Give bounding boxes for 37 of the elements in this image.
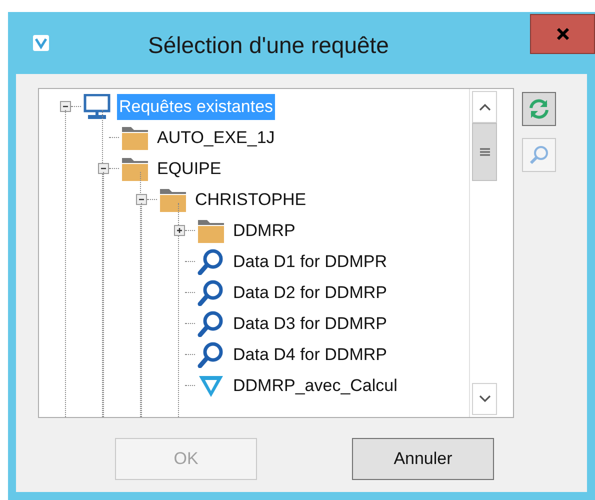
folder-icon xyxy=(159,188,187,212)
tree-item[interactable]: Data D3 for DDMRP xyxy=(231,310,389,336)
tree-item[interactable]: EQUIPE xyxy=(155,156,224,182)
scroll-thumb[interactable] xyxy=(472,123,497,181)
window-title: Sélection d'une requête xyxy=(148,31,389,60)
magnifier-icon xyxy=(197,280,225,306)
tree-item[interactable]: CHRISTOPHE xyxy=(193,186,308,212)
tree-item[interactable]: Data D4 for DDMRP xyxy=(231,342,389,368)
refresh-button[interactable] xyxy=(522,92,556,126)
scroll-down-button[interactable] xyxy=(472,383,497,415)
grip-icon xyxy=(480,147,490,157)
tree-item[interactable]: DDMRP_avec_Calcul xyxy=(231,372,400,398)
monitor-icon xyxy=(83,94,111,120)
close-button[interactable] xyxy=(530,14,595,54)
collapse-toggle-icon[interactable] xyxy=(136,194,146,205)
chevron-up-icon xyxy=(478,103,490,111)
magnifier-icon xyxy=(197,342,225,368)
tree-item[interactable]: Data D1 for DDMPR xyxy=(231,248,389,274)
chevron-down-icon xyxy=(478,395,490,403)
search-icon xyxy=(528,144,550,166)
tree-item[interactable]: DDMRP xyxy=(231,218,298,244)
refresh-icon xyxy=(527,97,551,121)
magnifier-icon xyxy=(197,248,225,274)
tree-item[interactable]: AUTO_EXE_1J xyxy=(155,124,277,150)
scroll-up-button[interactable] xyxy=(472,91,497,123)
collapse-toggle-icon[interactable] xyxy=(60,101,70,112)
folder-icon xyxy=(197,218,225,242)
magnifier-icon xyxy=(197,310,225,336)
app-logo-icon xyxy=(32,34,50,52)
collapse-toggle-icon[interactable] xyxy=(98,163,108,174)
v-logo-icon xyxy=(197,374,225,398)
close-icon xyxy=(556,27,570,41)
folder-icon xyxy=(121,126,149,150)
tree-item[interactable]: Data D2 for DDMRP xyxy=(231,280,389,306)
folder-icon xyxy=(121,156,149,180)
dialog-button[interactable]: Annuler xyxy=(352,438,494,480)
expand-toggle-icon[interactable] xyxy=(174,225,184,236)
